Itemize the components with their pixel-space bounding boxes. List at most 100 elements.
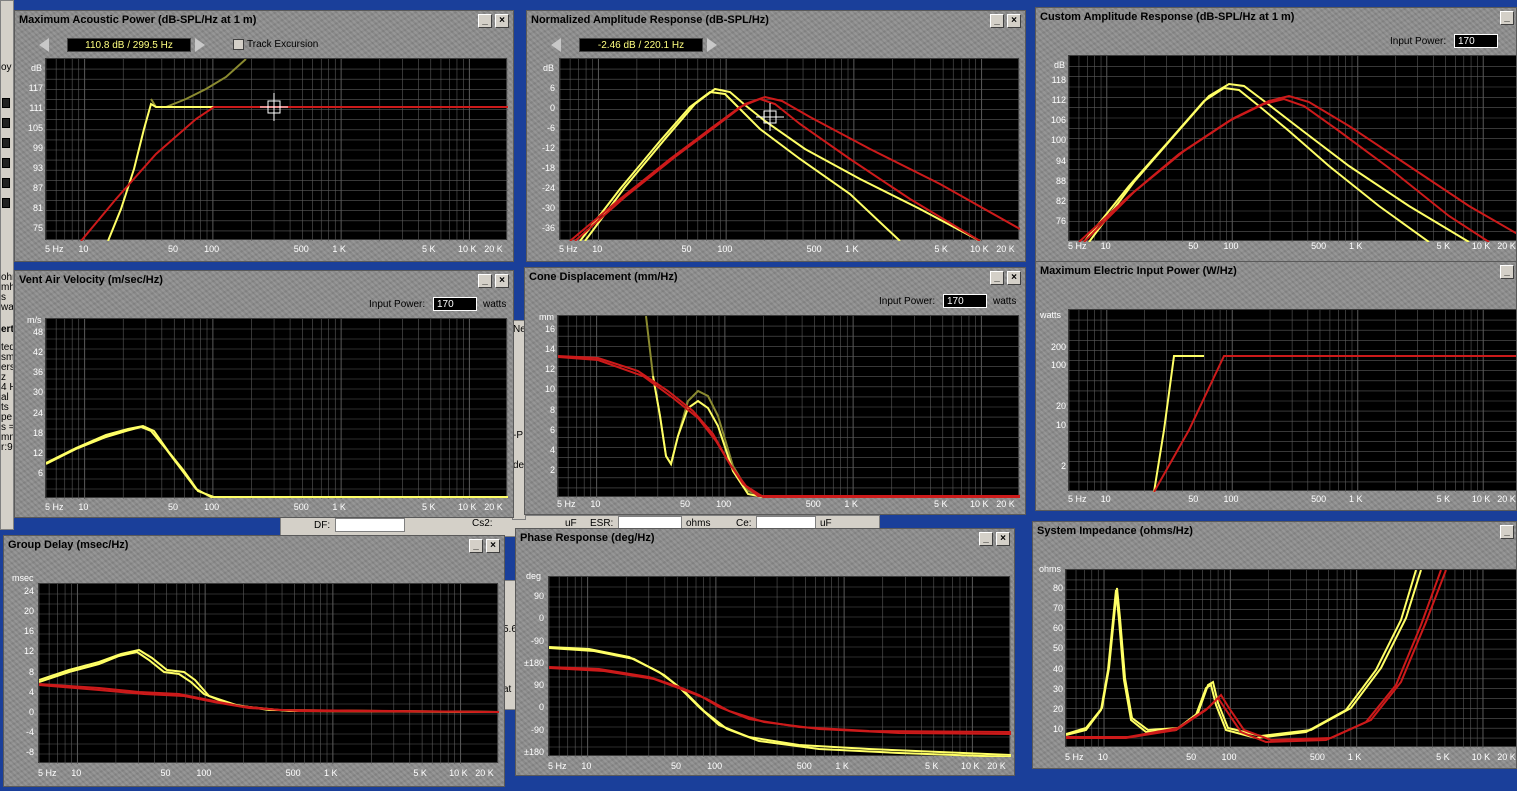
- plot-area[interactable]: [557, 315, 1020, 498]
- y-tick-label: -90: [530, 635, 544, 646]
- y-tick-label: 12: [23, 646, 34, 657]
- cone-displacement-window[interactable]: Cone Displacement (mm/Hz) _ × Input Powe…: [524, 267, 1026, 515]
- bg-fragment: erti: [1, 324, 14, 335]
- unit-label: dB: [31, 63, 43, 73]
- prev-arrow-icon[interactable]: [551, 38, 561, 52]
- next-arrow-icon[interactable]: [195, 38, 205, 52]
- unit-label: dB: [543, 63, 555, 73]
- plot-grid: [558, 316, 1020, 498]
- trace-yellow: [1083, 86, 1430, 242]
- custom-amplitude-window[interactable]: Custom Amplitude Response (dB-SPL/Hz at …: [1035, 7, 1517, 262]
- trace-yellow: [39, 650, 499, 713]
- vent-air-velocity-window[interactable]: Vent Air Velocity (m/sec/Hz) _ × Input P…: [14, 270, 514, 518]
- x-tick-label: 20 K: [475, 768, 494, 778]
- x-tick-label: 1 K: [332, 502, 346, 512]
- x-tick-label: 1 K: [1347, 752, 1362, 762]
- plot-area[interactable]: [45, 318, 508, 499]
- y-tick-label: 93: [32, 163, 43, 173]
- x-tick-label: 10: [78, 502, 89, 512]
- minimize-button[interactable]: _: [478, 274, 492, 288]
- close-button[interactable]: ×: [1007, 14, 1021, 28]
- bg-toolbar-icon[interactable]: [2, 138, 10, 148]
- y-tick-label: 0: [538, 702, 544, 713]
- normalized-amplitude-window[interactable]: Normalized Amplitude Response (dB-SPL/Hz…: [526, 10, 1026, 262]
- x-tick-label: 100: [204, 502, 220, 512]
- input-power-field[interactable]: 170: [1454, 34, 1498, 48]
- y-tick-label: 48: [32, 327, 43, 337]
- y-tick-label: 87: [32, 183, 43, 193]
- x-tick-label: 100: [196, 768, 212, 778]
- close-button[interactable]: ×: [1007, 271, 1021, 285]
- x-tick-label: 5 K: [933, 499, 948, 509]
- y-tick-label: 14: [544, 344, 555, 355]
- x-tick-label: 500: [293, 502, 309, 512]
- y-tick-label: 20: [23, 606, 34, 617]
- crosshair-cursor-icon: [260, 93, 288, 121]
- x-tick-label: 20 K: [996, 244, 1015, 254]
- y-tick-label: 60: [1052, 623, 1063, 634]
- y-tick-label: 105: [27, 123, 43, 133]
- close-button[interactable]: ×: [495, 14, 509, 28]
- x-tick-label: 500: [285, 768, 301, 778]
- close-button[interactable]: ×: [996, 532, 1010, 546]
- minimize-button[interactable]: _: [979, 532, 993, 546]
- phase-response-window[interactable]: Phase Response (deg/Hz) _ × deg 90 0 -90 ±1…: [515, 528, 1015, 776]
- prev-arrow-icon[interactable]: [39, 38, 49, 52]
- x-tick-label: 500: [806, 244, 822, 254]
- unit-label: dB: [1054, 60, 1066, 70]
- minimize-button[interactable]: _: [1500, 525, 1514, 539]
- minimize-button[interactable]: _: [990, 271, 1004, 285]
- input-power-field[interactable]: 170: [433, 297, 477, 311]
- group-delay-graph: [39, 584, 499, 764]
- close-button[interactable]: ×: [486, 539, 500, 553]
- track-excursion-checkbox[interactable]: [233, 39, 244, 50]
- x-tick-label: 20 K: [996, 499, 1015, 509]
- close-button[interactable]: ×: [495, 274, 509, 288]
- track-excursion-label: Track Excursion: [247, 39, 319, 50]
- window-title: Group Delay (msec/Hz): [8, 539, 129, 551]
- y-tick-label: -12: [541, 143, 555, 153]
- x-tick-label: 50: [1188, 241, 1199, 251]
- trace-yellow: [584, 87, 981, 241]
- plot-area[interactable]: [548, 576, 1011, 757]
- trace-yellow: [549, 646, 1011, 756]
- plot-area[interactable]: [38, 583, 499, 764]
- bg-toolbar-icon[interactable]: [2, 98, 10, 108]
- y-tick-label: -4: [25, 726, 34, 737]
- max-electric-power-window[interactable]: Maximum Electric Input Power (W/Hz) _ wa…: [1035, 261, 1517, 511]
- x-tick-label: 1 K: [845, 244, 859, 254]
- y-tick-label: 118: [1051, 75, 1066, 85]
- plot-area[interactable]: [1065, 569, 1516, 748]
- minimize-button[interactable]: _: [469, 539, 483, 553]
- x-tick-label: 5 K: [1436, 241, 1451, 251]
- minimize-button[interactable]: _: [478, 14, 492, 28]
- minimize-button[interactable]: _: [990, 14, 1004, 28]
- plot-area[interactable]: [1068, 55, 1516, 242]
- plot-area[interactable]: [1068, 309, 1516, 492]
- y-tick-label: 70: [1052, 603, 1063, 614]
- bg-toolbar-icon[interactable]: [2, 198, 10, 208]
- df-field[interactable]: [335, 518, 405, 532]
- input-power-field[interactable]: 170: [943, 294, 987, 308]
- y-tick-label: 0: [538, 613, 544, 624]
- plot-area[interactable]: [559, 58, 1020, 241]
- x-tick-label: 10: [78, 244, 89, 254]
- x-tick-label: 50: [1186, 752, 1197, 762]
- unit-label: ohms: [1039, 564, 1062, 574]
- x-tick-label: 5 Hz: [45, 502, 64, 512]
- bg-toolbar-icon[interactable]: [2, 178, 10, 188]
- minimize-button[interactable]: _: [1500, 11, 1514, 25]
- x-tick-label: 50: [168, 502, 179, 512]
- minimize-button[interactable]: _: [1500, 265, 1514, 279]
- next-arrow-icon[interactable]: [707, 38, 717, 52]
- max-acoustic-power-window[interactable]: Maximum Acoustic Power (dB-SPL/Hz at 1 m…: [14, 10, 514, 262]
- bg-toolbar-icon[interactable]: [2, 158, 10, 168]
- window-title: Maximum Electric Input Power (W/Hz): [1040, 265, 1237, 277]
- plot-area[interactable]: [45, 58, 508, 241]
- y-tick-label: 112: [1051, 95, 1066, 106]
- y-tick-label: 2: [1060, 461, 1066, 471]
- group-delay-window[interactable]: Group Delay (msec/Hz) _ × msec 24 20 16 12 8…: [3, 535, 505, 787]
- system-impedance-window[interactable]: System Impedance (ohms/Hz) _ ohms 80 70 60…: [1032, 521, 1517, 769]
- x-tick-label: 50: [160, 768, 171, 778]
- bg-toolbar-icon[interactable]: [2, 118, 10, 128]
